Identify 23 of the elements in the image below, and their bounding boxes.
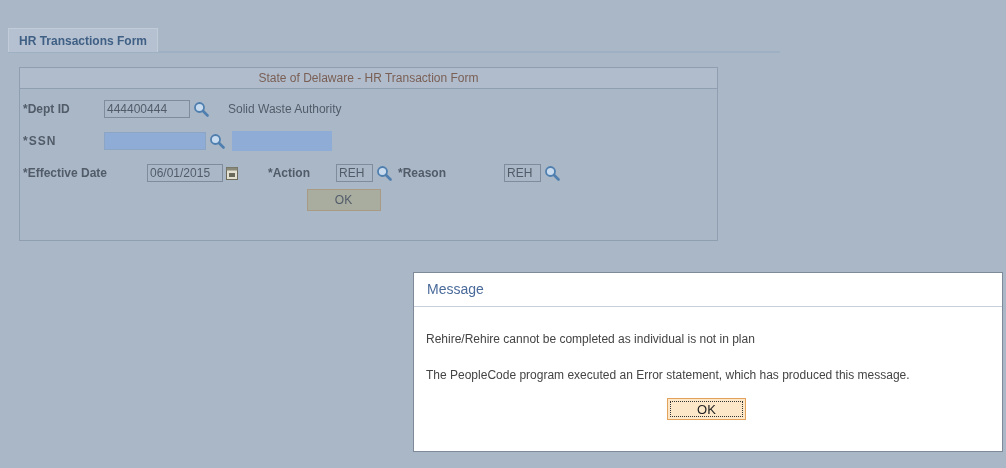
field-label: *SSN	[23, 134, 58, 148]
form-title: State of Delaware - HR Transaction Form	[20, 68, 717, 89]
search-icon[interactable]	[544, 165, 560, 181]
field-label: *Action	[268, 166, 311, 180]
department-name: Solid Waste Authority	[228, 102, 342, 116]
message-text: The PeopleCode program executed an Error statement, which has produced this message.	[426, 368, 911, 382]
input-field[interactable]: 444400444	[104, 100, 190, 118]
input-field[interactable]: REH	[504, 164, 541, 182]
field-label: *Effective Date	[23, 166, 109, 180]
search-icon[interactable]	[209, 133, 225, 149]
dialog-title: Message	[414, 273, 1002, 307]
message-text: Rehire/Rehire cannot be completed as individual is not in plan	[426, 332, 756, 346]
search-icon[interactable]	[193, 101, 209, 117]
ok-button[interactable]: OK	[306, 189, 381, 211]
input-field[interactable]	[104, 132, 206, 150]
input-field[interactable]: 06/01/2015	[147, 164, 223, 182]
field-label: *Dept ID	[23, 102, 71, 116]
search-icon[interactable]	[376, 165, 392, 181]
tab[interactable]: HR Transactions Form	[8, 28, 159, 52]
field-label: *Reason	[398, 166, 448, 180]
calendar-icon[interactable]	[226, 166, 238, 180]
ok-button[interactable]: OK	[667, 398, 746, 420]
input-field[interactable]: REH	[336, 164, 373, 182]
